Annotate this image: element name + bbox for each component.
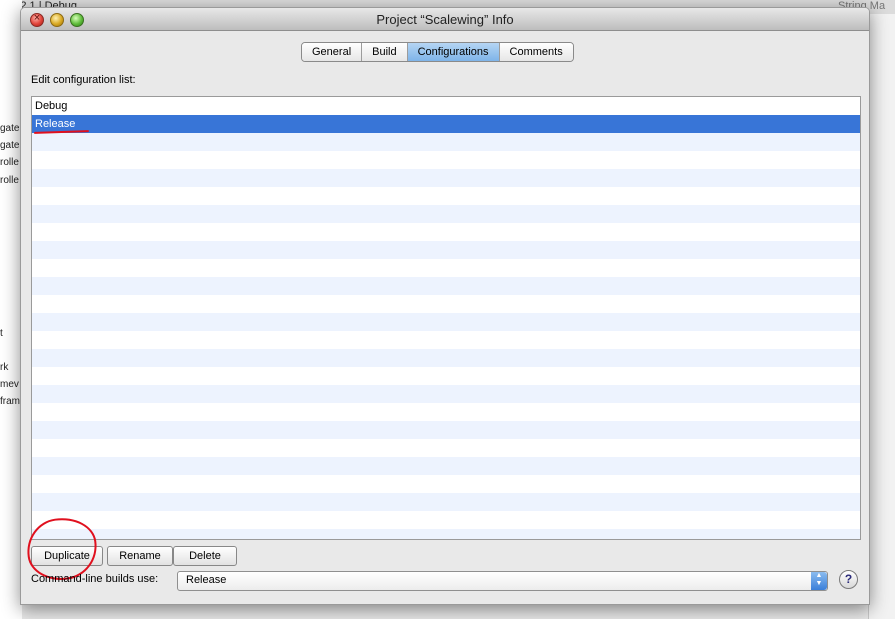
help-button[interactable]: ? [839,570,858,589]
tab-comments[interactable]: Comments [499,43,573,61]
empty-list-row [32,439,860,457]
empty-list-row [32,331,860,349]
empty-list-row [32,223,860,241]
window-title: Project “Scalewing” Info [376,12,514,27]
background-sidebar-text: gate. [0,140,23,151]
delete-button[interactable]: Delete [173,546,237,566]
background-sidebar-text: rolle [0,157,19,168]
empty-list-row [32,529,860,539]
empty-list-row [32,457,860,475]
empty-list-row [32,259,860,277]
empty-list-row [32,277,860,295]
tab-build[interactable]: Build [362,43,408,61]
background-sidebar-text: rolle [0,175,19,186]
empty-list-row [32,205,860,223]
title-bar[interactable]: × Project “Scalewing” Info [21,8,869,31]
background-sidebar-text: fram [0,396,20,407]
background-sidebar-text: mev [0,379,19,390]
configuration-list-label: Edit configuration list: [31,74,136,86]
rename-button[interactable]: Rename [107,546,173,566]
background-sidebar-text: gate. [0,123,23,134]
configuration-row-selected[interactable]: Release [32,115,860,133]
empty-list-row [32,367,860,385]
chevron-updown-icon: ▲ ▼ [811,572,827,590]
configuration-name: Debug [35,100,68,112]
empty-list-row [32,151,860,169]
tab-configurations[interactable]: Configurations [407,43,500,61]
empty-list-row [32,133,860,151]
empty-list-row [32,511,860,529]
empty-list-row [32,403,860,421]
command-line-builds-label: Command-line builds use: [31,573,159,585]
empty-list-row [32,475,860,493]
command-line-builds-select[interactable]: Release ▲ ▼ [177,571,828,591]
empty-list-row [32,349,860,367]
tab-general[interactable]: General [302,43,363,61]
empty-list-row [32,313,860,331]
background-right-panel [868,14,895,619]
empty-list-row [32,295,860,313]
empty-list-row [32,187,860,205]
configuration-list[interactable]: Debug Release [31,96,861,540]
project-info-window: × Project “Scalewing” Info General Build… [20,7,870,605]
background-sidebar-text: t [0,328,3,339]
command-line-builds-value: Release [186,574,227,586]
empty-list-row [32,385,860,403]
background-sidebar: gate. gate. rolle rolle t rk mev fram [0,0,22,619]
list-empty-area [32,133,860,539]
configuration-name: Release [35,118,76,130]
background-sidebar-text: rk [0,362,9,373]
empty-list-row [32,493,860,511]
tab-bar: General Build Configurations Comments [301,42,574,62]
empty-list-row [32,241,860,259]
configuration-row[interactable]: Debug [32,97,860,115]
duplicate-button[interactable]: Duplicate [31,546,103,566]
empty-list-row [32,169,860,187]
empty-list-row [32,421,860,439]
